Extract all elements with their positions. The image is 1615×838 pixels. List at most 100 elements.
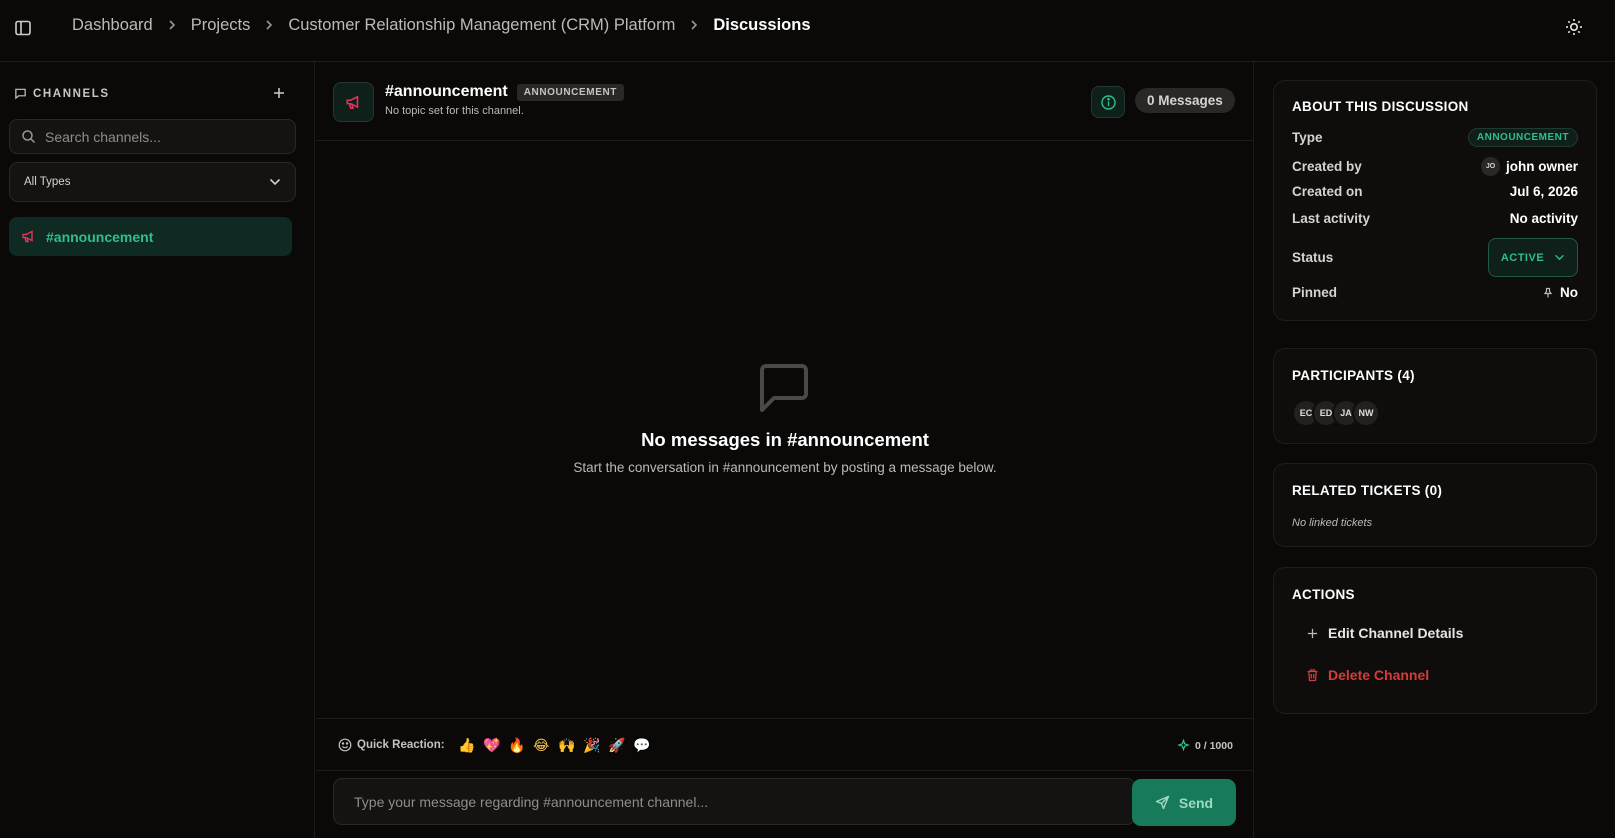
actions-card: ACTIONS Edit Channel Details Delete Chan… — [1273, 567, 1597, 714]
search-channels-input[interactable] — [45, 128, 275, 145]
actions-title: ACTIONS — [1292, 587, 1355, 602]
created-by-value-wrap: JO john owner — [1481, 157, 1578, 176]
plus-icon — [274, 88, 284, 98]
type-badge: ANNOUNCEMENT — [1467, 128, 1578, 147]
emoji-rocket[interactable]: 🚀 — [608, 737, 625, 754]
emoji-fire[interactable]: 🔥 — [508, 737, 525, 754]
chevron-right-icon — [167, 19, 177, 31]
emoji-list: 👍 💖 🔥 😂 🙌 🎉 🚀 💬 — [458, 737, 650, 754]
chevron-right-icon — [264, 19, 274, 31]
avatar: JO — [1481, 157, 1500, 176]
quick-reactions-bar: Quick Reaction: 👍 💖 🔥 😂 🙌 🎉 🚀 💬 0 / 1000 — [316, 718, 1254, 771]
emoji-raised-hands[interactable]: 🙌 — [558, 737, 575, 754]
channels-sidebar: CHANNELS All Types #announcement — [0, 62, 315, 838]
message-count-badge: 0 Messages — [1135, 88, 1235, 113]
edit-channel-button[interactable]: Edit Channel Details — [1306, 625, 1463, 641]
quick-reaction-label: Quick Reaction: — [338, 738, 445, 752]
channel-item-label: #announcement — [46, 228, 154, 245]
breadcrumb-current: Discussions — [713, 15, 811, 34]
megaphone-icon — [333, 82, 374, 122]
empty-state-title: No messages in #announcement — [641, 429, 929, 450]
about-created-by-row: Created by JO john owner — [1292, 157, 1578, 176]
related-tickets-title: RELATED TICKETS (0) — [1292, 483, 1443, 498]
no-tickets-text: No linked tickets — [1292, 517, 1373, 529]
participants-title: PARTICIPANTS (4) — [1292, 368, 1415, 383]
breadcrumb-project[interactable]: Customer Relationship Management (CRM) P… — [288, 16, 675, 35]
channel-name: #announcement — [385, 83, 508, 100]
channel-header: #announcement ANNOUNCEMENT No topic set … — [316, 62, 1254, 141]
sun-icon[interactable] — [1563, 16, 1585, 38]
plus-icon — [1306, 627, 1319, 640]
breadcrumb: Dashboard Projects Customer Relationship… — [72, 14, 811, 36]
send-icon — [1155, 795, 1170, 810]
delete-channel-button[interactable]: Delete Channel — [1306, 667, 1429, 683]
breadcrumb-projects[interactable]: Projects — [191, 16, 251, 35]
about-status-row: Status ACTIVE — [1292, 238, 1578, 277]
avatar[interactable]: NW — [1352, 399, 1380, 427]
sparkles-icon — [1177, 739, 1190, 752]
chevron-right-icon — [689, 19, 699, 31]
empty-state-subtitle: Start the conversation in #announcement … — [573, 460, 997, 475]
character-count-text: 0 / 1000 — [1195, 739, 1233, 752]
emoji-speech-bubble[interactable]: 💬 — [633, 737, 650, 754]
info-icon — [1100, 94, 1116, 110]
send-button[interactable]: Send — [1132, 779, 1236, 826]
about-last-activity-row: Last activity No activity — [1292, 211, 1578, 226]
trash-icon — [1306, 668, 1319, 682]
emoji-laugh[interactable]: 😂 — [533, 737, 549, 754]
channels-title: CHANNELS — [33, 87, 110, 100]
chevron-down-icon — [269, 178, 281, 186]
top-bar: Dashboard Projects Customer Relationship… — [0, 0, 1615, 62]
sidebar-toggle-icon[interactable] — [12, 17, 34, 39]
channel-title-row: #announcement ANNOUNCEMENT — [385, 83, 624, 101]
channels-header: CHANNELS — [14, 87, 110, 100]
about-type-row: Type ANNOUNCEMENT — [1292, 128, 1578, 147]
emoji-heart[interactable]: 💖 — [483, 737, 500, 754]
pinned-value-wrap: No — [1542, 285, 1578, 300]
add-channel-button[interactable] — [270, 84, 288, 102]
edit-channel-label: Edit Channel Details — [1328, 625, 1464, 641]
about-title: ABOUT THIS DISCUSSION — [1292, 99, 1469, 114]
channel-type-badge: ANNOUNCEMENT — [516, 83, 624, 101]
type-filter-value: All Types — [24, 176, 71, 188]
status-value: ACTIVE — [1500, 251, 1545, 264]
related-tickets-card: RELATED TICKETS (0) No linked tickets — [1273, 463, 1597, 547]
about-pinned-row: Pinned No — [1292, 285, 1578, 300]
delete-channel-label: Delete Channel — [1328, 667, 1430, 683]
megaphone-icon — [21, 229, 36, 244]
breadcrumb-dashboard[interactable]: Dashboard — [72, 16, 153, 35]
created-by-label: Created by — [1292, 159, 1362, 174]
created-by-value: john owner — [1506, 159, 1578, 174]
channel-search — [9, 119, 296, 154]
pinned-label: Pinned — [1292, 285, 1338, 300]
search-icon — [21, 129, 36, 144]
participants-avatars: EC ED JA NW — [1292, 399, 1380, 427]
created-on-label: Created on — [1292, 184, 1363, 199]
character-counter: 0 / 1000 — [1177, 739, 1233, 752]
message-square-icon — [14, 87, 27, 100]
status-select[interactable]: ACTIVE — [1488, 238, 1578, 277]
send-label: Send — [1178, 794, 1214, 811]
discussion-main: #announcement ANNOUNCEMENT No topic set … — [316, 62, 1254, 838]
emoji-party[interactable]: 🎉 — [583, 737, 600, 754]
message-square-icon — [756, 360, 812, 416]
channel-topic: No topic set for this channel. — [385, 105, 524, 117]
emoji-thumbs-up[interactable]: 👍 — [458, 737, 475, 754]
details-panel: ABOUT THIS DISCUSSION Type ANNOUNCEMENT … — [1255, 62, 1615, 838]
last-activity-value: No activity — [1509, 211, 1578, 226]
pin-icon — [1542, 287, 1554, 299]
message-input[interactable] — [333, 778, 1136, 825]
about-card: ABOUT THIS DISCUSSION Type ANNOUNCEMENT … — [1273, 80, 1597, 321]
chevron-down-icon — [1554, 254, 1565, 261]
pinned-value: No — [1560, 285, 1578, 300]
created-on-value: Jul 6, 2026 — [1509, 184, 1578, 199]
info-button[interactable] — [1091, 86, 1125, 118]
type-filter-select[interactable]: All Types — [9, 162, 296, 202]
quick-reaction-text: Quick Reaction: — [357, 739, 445, 751]
type-label: Type — [1292, 130, 1323, 145]
last-activity-label: Last activity — [1292, 211, 1371, 226]
status-label: Status — [1292, 250, 1334, 265]
about-created-on-row: Created on Jul 6, 2026 — [1292, 184, 1578, 199]
smile-icon — [338, 738, 352, 752]
channel-item-announcement[interactable]: #announcement — [9, 217, 292, 256]
